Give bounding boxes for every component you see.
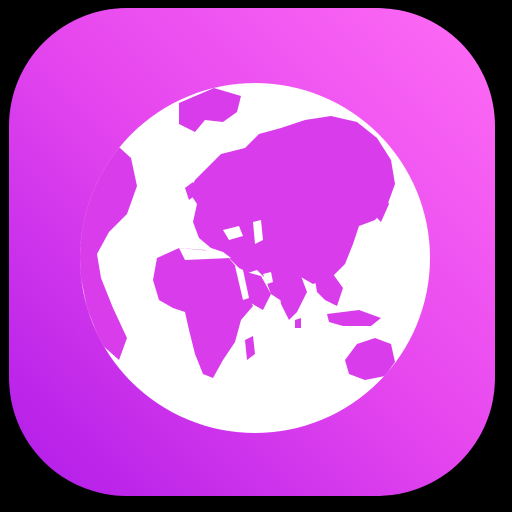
- screen: [0, 0, 512, 512]
- globe-app-icon: [9, 8, 495, 496]
- app-icon[interactable]: [9, 8, 495, 496]
